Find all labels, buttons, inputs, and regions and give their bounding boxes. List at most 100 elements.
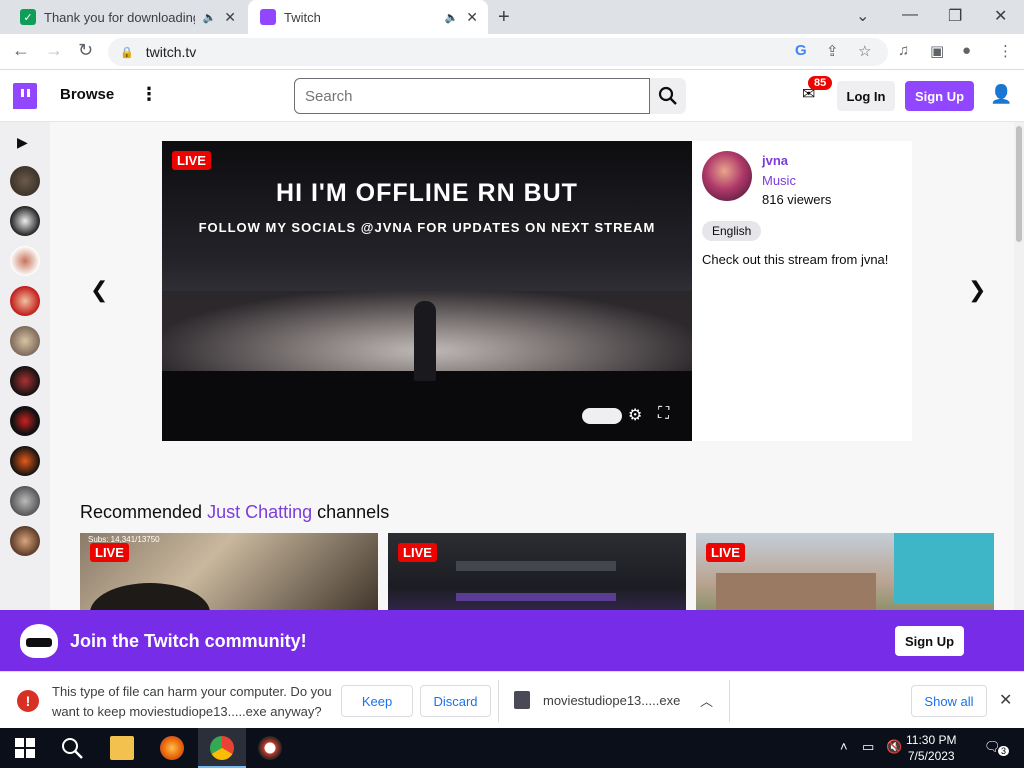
tab-twitch[interactable]: Twitch 🔈 ✕ <box>248 0 488 34</box>
search-button[interactable] <box>650 78 686 114</box>
menu-icon[interactable]: ⋮ <box>998 42 1013 60</box>
share-icon[interactable]: ⇪ <box>826 42 839 60</box>
carousel-prev-icon[interactable]: ❮ <box>90 277 108 303</box>
settings-gear-icon[interactable]: ⚙ <box>628 405 642 425</box>
chevron-down-icon[interactable]: ⌄ <box>856 6 869 26</box>
channel-avatar[interactable] <box>10 366 40 396</box>
login-button[interactable]: Log In <box>837 81 895 111</box>
restore-icon[interactable]: ❐ <box>948 6 962 26</box>
fullscreen-icon[interactable]: ⛶ <box>658 405 669 423</box>
profile-icon[interactable]: ● <box>962 42 971 59</box>
channel-info-panel: jvna Music 816 viewers English Check out… <box>692 141 912 441</box>
channel-avatar[interactable] <box>10 406 40 436</box>
channel-avatar[interactable] <box>10 446 40 476</box>
back-icon[interactable]: ← <box>12 40 30 61</box>
close-shelf-icon[interactable]: ✕ <box>999 690 1012 710</box>
join-text: Join the Twitch community! <box>70 631 307 651</box>
channel-name-link[interactable]: jvna <box>762 153 788 168</box>
star-icon[interactable]: ☆ <box>858 42 871 60</box>
channel-avatar[interactable] <box>10 206 40 236</box>
live-badge: LIVE <box>90 543 129 562</box>
google-icon[interactable]: G <box>795 42 807 59</box>
speaker-icon[interactable]: 🔈 <box>203 11 217 24</box>
channel-avatar[interactable] <box>10 166 40 196</box>
close-tab-icon[interactable]: ✕ <box>466 9 478 26</box>
media-icon[interactable]: ♫ <box>898 42 909 59</box>
volume-muted-icon[interactable]: 🔇 <box>886 739 902 755</box>
more-options-icon[interactable]: ⋮ <box>140 84 158 105</box>
stream-card[interactable]: LIVE <box>388 533 686 610</box>
chevron-up-icon[interactable]: ︿ <box>700 691 713 710</box>
speaker-icon[interactable]: 🔈 <box>445 11 459 24</box>
download-shelf: ! This type of file can harm your comput… <box>0 671 1024 728</box>
system-clock[interactable]: 11:30 PM 7/5/2023 <box>906 732 956 764</box>
twitch-logo-icon[interactable] <box>13 83 37 109</box>
network-icon[interactable]: ▭ <box>862 739 874 755</box>
viewer-count: 816 viewers <box>762 192 832 207</box>
screen-content-image <box>456 593 616 601</box>
carousel-next-icon[interactable]: ❯ <box>968 277 986 303</box>
tab-thank-you[interactable]: ✓ Thank you for downloading 🔈 ✕ <box>8 0 246 34</box>
channel-avatar[interactable] <box>10 246 40 276</box>
new-tab-icon[interactable]: + <box>498 6 510 29</box>
chevron-up-icon[interactable]: ˄ <box>840 739 848 754</box>
omnibox[interactable]: 🔒 twitch.tv <box>108 38 888 66</box>
forward-icon[interactable]: → <box>45 40 63 61</box>
file-explorer-icon[interactable] <box>110 736 134 760</box>
discard-button[interactable]: Discard <box>420 685 491 717</box>
notification-badge: 85 <box>808 76 833 90</box>
search-input[interactable] <box>294 78 650 114</box>
language-tag[interactable]: English <box>702 221 762 241</box>
notification-count: 3 <box>998 746 1010 756</box>
channel-avatar[interactable] <box>10 526 40 556</box>
exe-file-icon <box>514 691 530 709</box>
featured-video-player[interactable]: LIVE HI I'M OFFLINE RN BUT FOLLOW MY SOC… <box>162 141 692 441</box>
side-panel-icon[interactable]: ▣ <box>930 42 944 60</box>
join-signup-button[interactable]: Sign Up <box>895 626 964 656</box>
keep-button[interactable]: Keep <box>341 685 413 717</box>
heading-suffix: channels <box>312 502 390 522</box>
user-icon[interactable]: 👤 <box>990 84 1012 105</box>
stream-card[interactable]: LIVE <box>696 533 994 610</box>
url-text: twitch.tv <box>145 44 197 60</box>
main-content: ❮ ❯ LIVE HI I'M OFFLINE RN BUT FOLLOW MY… <box>50 122 1014 610</box>
page-scrollbar[interactable] <box>1014 122 1024 610</box>
category-link[interactable]: Just Chatting <box>207 502 312 522</box>
download-filename[interactable]: moviestudiope13.....exe <box>543 693 680 708</box>
sheets-icon: ✓ <box>20 9 36 25</box>
app-icon[interactable] <box>258 736 282 760</box>
firefox-icon[interactable] <box>160 736 184 760</box>
reload-icon[interactable]: ↻ <box>78 40 93 61</box>
channel-avatar[interactable] <box>10 286 40 316</box>
stage-image <box>162 371 692 441</box>
channel-avatar[interactable] <box>10 486 40 516</box>
close-tab-icon[interactable]: ✕ <box>224 9 236 26</box>
channel-avatar[interactable] <box>10 326 40 356</box>
search-icon[interactable] <box>60 736 84 760</box>
tab-title: Thank you for downloading <box>44 9 195 25</box>
address-toolbar: ← → ↻ 🔒 twitch.tv G ⇪ ☆ ♫ ▣ ● ⋮ <box>0 34 1024 70</box>
chrome-icon[interactable] <box>210 736 234 760</box>
windows-start-icon[interactable] <box>13 736 37 760</box>
minimize-icon[interactable]: — <box>902 6 918 24</box>
show-all-button[interactable]: Show all <box>911 685 987 717</box>
heading-prefix: Recommended <box>80 502 208 522</box>
followed-channels-sidebar: ▶ <box>0 122 50 610</box>
category-link[interactable]: Music <box>762 173 796 188</box>
performer-image <box>414 301 436 381</box>
lock-icon[interactable]: 🔒 <box>120 46 134 59</box>
scrollbar-thumb[interactable] <box>1016 126 1022 242</box>
join-community-banner: Join the Twitch community! Sign Up <box>0 610 1024 671</box>
signup-button[interactable]: Sign Up <box>905 81 974 111</box>
camera-icon: ▶ <box>17 134 28 150</box>
close-window-icon[interactable]: ✕ <box>994 6 1007 26</box>
pip-toggle[interactable] <box>582 408 622 424</box>
channel-avatar[interactable] <box>702 151 752 201</box>
recommended-heading: Recommended Just Chatting channels <box>80 502 389 523</box>
stream-card[interactable]: Subs: 14,341/13750 LIVE <box>80 533 378 610</box>
streamer-image <box>90 583 210 610</box>
browse-link[interactable]: Browse <box>60 86 114 103</box>
live-badge: LIVE <box>172 151 211 170</box>
twitch-icon <box>260 9 276 25</box>
stream-description: Check out this stream from jvna! <box>702 252 889 267</box>
